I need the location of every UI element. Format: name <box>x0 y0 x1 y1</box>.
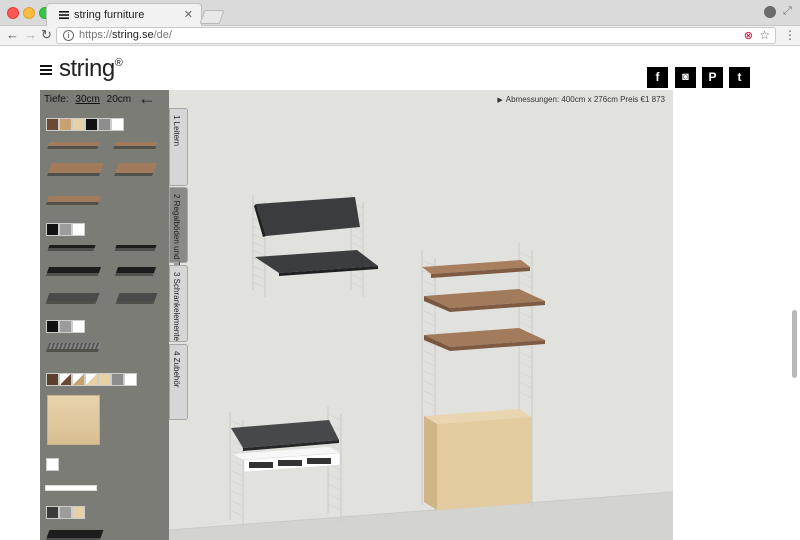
swatch-oak-white[interactable] <box>85 373 98 386</box>
swatch-grey[interactable] <box>111 373 124 386</box>
page-scrollbar[interactable] <box>792 310 797 378</box>
browser-menu-icon[interactable]: ⋮ <box>784 28 796 42</box>
shelf-thumb[interactable] <box>116 293 158 301</box>
pinterest-icon[interactable]: P <box>702 67 723 88</box>
depth-option-20[interactable]: 20cm <box>107 94 131 105</box>
swatch-white[interactable] <box>72 320 85 333</box>
swatch-walnut[interactable] <box>46 118 59 131</box>
category-tabs: 1 Leitern 2 Regalböden und Tisch 3 Schra… <box>169 90 188 540</box>
browser-toolbar: ← → ↻ i https://string.se/de/ ⊗ ☆ ⋮ <box>0 26 800 46</box>
tab-schrankelemente[interactable]: 3 Schrankelemente <box>169 265 188 342</box>
shelf-finish-swatches <box>46 118 124 131</box>
shelf-thumb[interactable] <box>115 163 157 173</box>
shelf-thumb[interactable] <box>46 293 100 301</box>
browser-tabbar: string furniture ✕ ⤢ <box>0 0 800 26</box>
arrow-left-icon[interactable]: ← <box>138 90 156 109</box>
shelf-thumb[interactable] <box>115 267 157 273</box>
swatch-black[interactable] <box>46 223 59 236</box>
profile-icon[interactable] <box>764 6 776 18</box>
cabinet-swatches <box>46 373 137 386</box>
instagram-icon[interactable]: ◙ <box>675 67 696 88</box>
accessory-thumb[interactable] <box>46 530 104 538</box>
shelving-unit-drawers[interactable] <box>229 406 342 528</box>
swatch-grey[interactable] <box>59 223 72 236</box>
swatch-black[interactable] <box>85 118 98 131</box>
back-icon[interactable]: ← <box>6 27 19 42</box>
shelving-unit-cabinet[interactable] <box>421 242 545 513</box>
room-scene <box>169 195 673 540</box>
dimensions-price: ▶ Abmessungen: 400cm x 276cm Preis €1 873 <box>497 95 665 104</box>
shelving-unit-desk[interactable] <box>252 195 378 297</box>
tab-regalboeden[interactable]: 2 Regalböden und Tisch <box>169 187 188 280</box>
swatch-oak[interactable] <box>72 506 85 519</box>
swatch-oak[interactable] <box>98 373 111 386</box>
tab-zubehoer[interactable]: 4 Zubehör <box>169 344 188 420</box>
swatch-teak[interactable] <box>59 118 72 131</box>
metal-shelf-swatches <box>46 223 85 236</box>
swatch-teak-white[interactable] <box>72 373 85 386</box>
drawer-thumb[interactable] <box>45 485 97 491</box>
depth-selector: Tiefe: 30cm 20cm <box>44 94 131 105</box>
swatch-oak[interactable] <box>72 118 85 131</box>
fullscreen-icon[interactable]: ⤢ <box>783 5 792 18</box>
reload-icon[interactable]: ↻ <box>41 27 52 43</box>
browser-tab[interactable]: string furniture ✕ <box>46 3 202 26</box>
wire-shelf-thumb[interactable] <box>46 343 102 349</box>
cabinet-thumb[interactable] <box>47 395 100 445</box>
new-tab-button[interactable] <box>199 10 225 24</box>
url-text[interactable]: https://string.se/de/ <box>79 29 172 41</box>
minimize-window-button[interactable] <box>23 7 35 19</box>
info-icon[interactable]: i <box>63 30 74 41</box>
shelf-thumb[interactable] <box>48 142 100 146</box>
swatch-dark[interactable] <box>46 506 59 519</box>
swatch-walnut[interactable] <box>46 373 59 386</box>
drawer-swatches <box>46 458 59 471</box>
forward-icon[interactable]: → <box>24 27 37 42</box>
shelf-thumb[interactable] <box>115 245 157 248</box>
tab-leitern[interactable]: 1 Leitern <box>169 108 188 186</box>
extension-icon[interactable]: ⊗ <box>744 29 753 42</box>
caret-right-icon[interactable]: ▶ <box>497 97 502 104</box>
swatch-white[interactable] <box>72 223 85 236</box>
string-favicon-icon <box>59 11 69 19</box>
depth-label: Tiefe: <box>44 94 69 105</box>
star-icon[interactable]: ☆ <box>759 28 770 42</box>
swatch-walnut-white[interactable] <box>59 373 72 386</box>
swatch-white[interactable] <box>46 458 59 471</box>
shelf-thumb[interactable] <box>48 245 96 248</box>
swatch-grey[interactable] <box>59 320 72 333</box>
desk-thumb[interactable] <box>46 196 102 202</box>
depth-option-30[interactable]: 30cm <box>75 94 99 105</box>
configurator-canvas[interactable]: ▶ Abmessungen: 400cm x 276cm Preis €1 873 <box>169 90 673 540</box>
accessory-swatches <box>46 506 85 519</box>
hamburger-icon[interactable] <box>40 65 52 75</box>
rack-swatches <box>46 320 85 333</box>
facebook-icon[interactable]: f <box>647 67 668 88</box>
tab-close-icon[interactable]: ✕ <box>184 8 193 21</box>
twitter-icon[interactable]: t <box>729 67 750 88</box>
swatch-white[interactable] <box>124 373 137 386</box>
swatch-black[interactable] <box>46 320 59 333</box>
close-window-button[interactable] <box>7 7 19 19</box>
address-bar[interactable]: i https://string.se/de/ ⊗ ☆ <box>56 27 776 44</box>
product-palette: Tiefe: 30cm 20cm ← <box>40 90 169 540</box>
swatch-white[interactable] <box>111 118 124 131</box>
swatch-grey[interactable] <box>98 118 111 131</box>
shelf-thumb[interactable] <box>114 142 158 146</box>
swatch-grey[interactable] <box>59 506 72 519</box>
tab-title: string furniture <box>74 9 145 21</box>
shelf-thumb[interactable] <box>48 163 104 173</box>
shelf-thumb[interactable] <box>46 267 102 273</box>
logo[interactable]: string® <box>59 55 123 83</box>
